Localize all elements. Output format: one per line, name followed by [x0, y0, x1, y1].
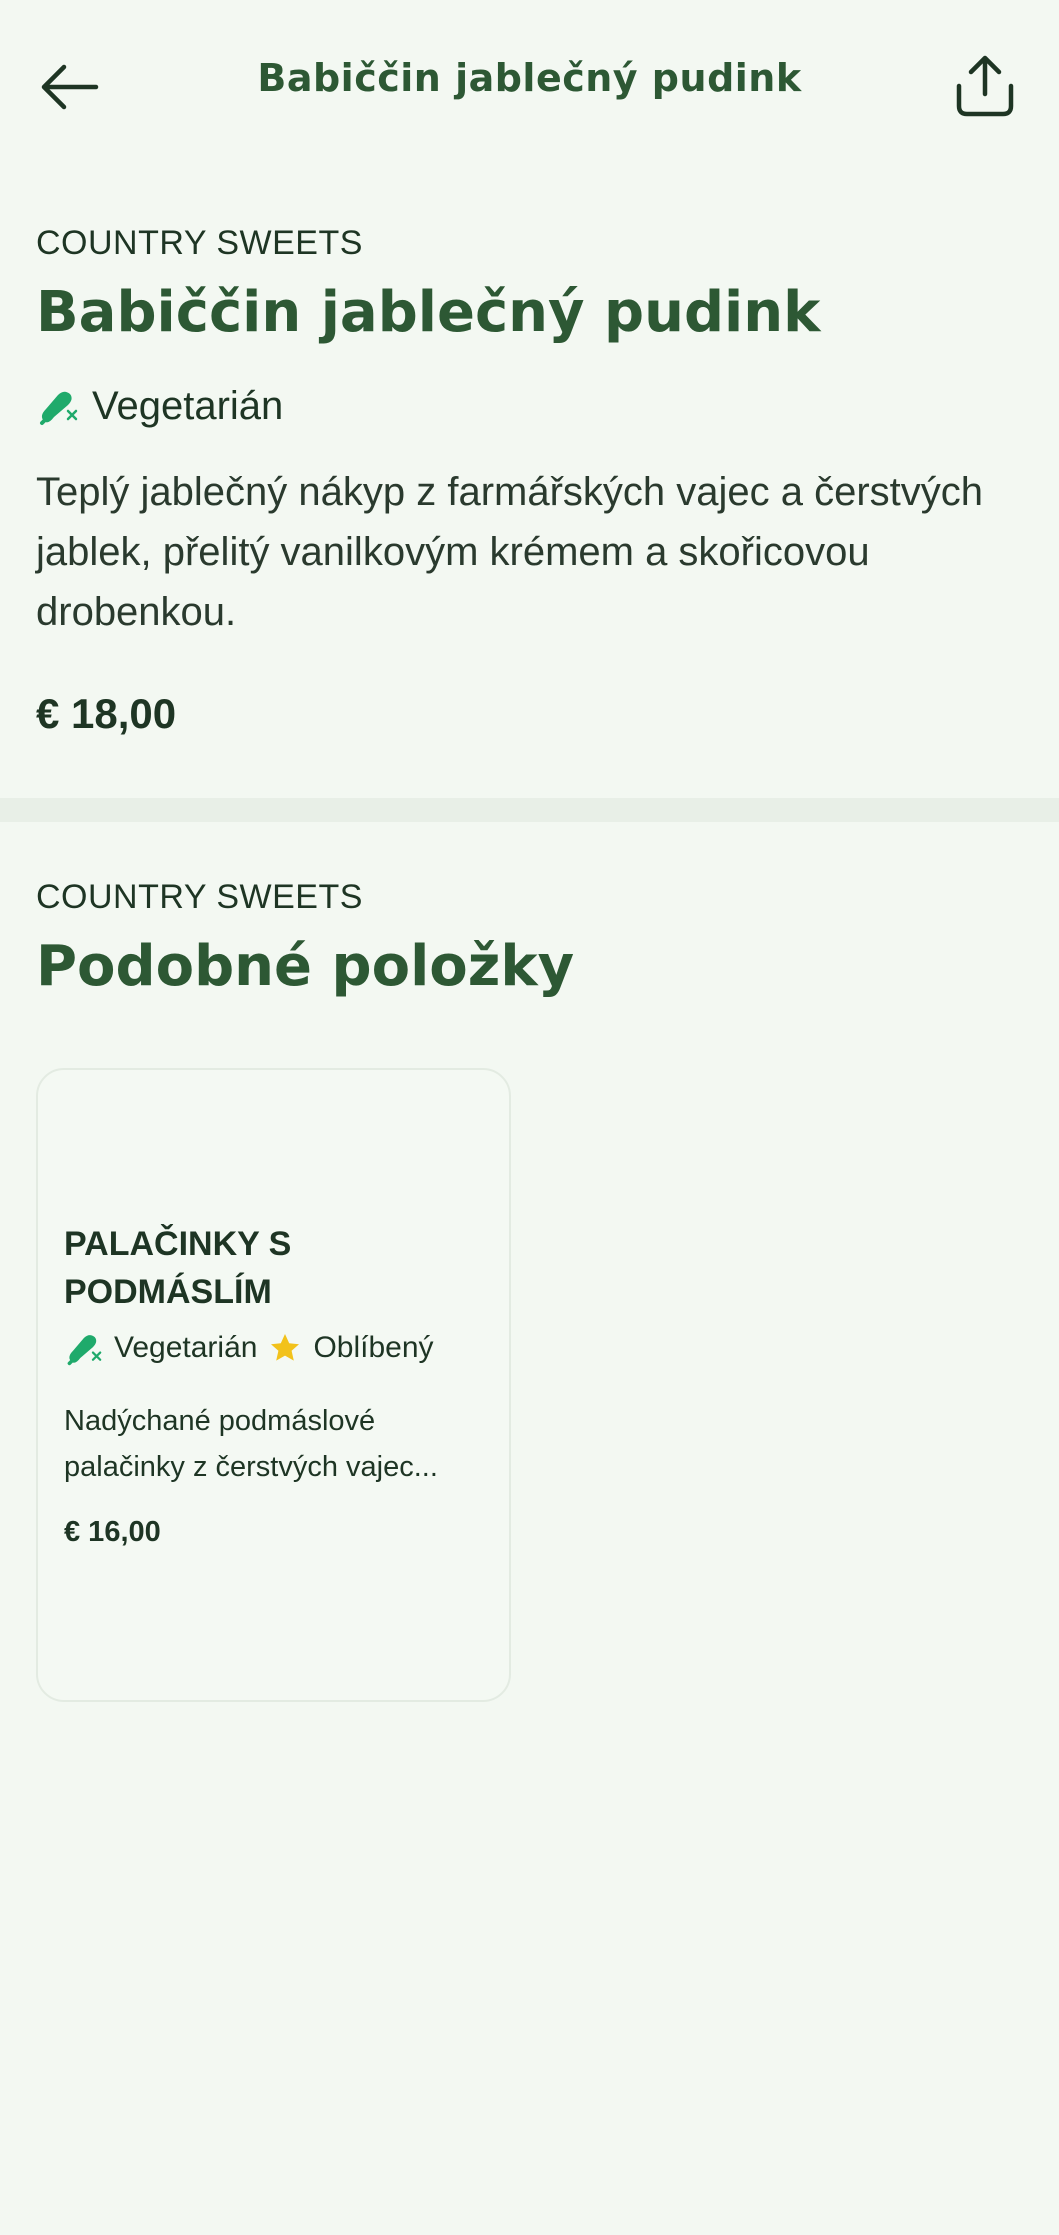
product-tags: Vegetarián — [36, 382, 283, 430]
arrow-left-icon — [41, 64, 99, 110]
product-category: COUNTRY SWEETS — [36, 224, 363, 262]
card-price: € 16,00 — [64, 1516, 161, 1548]
section-divider — [0, 798, 1059, 822]
share-button[interactable] — [950, 48, 1020, 124]
product-price: € 18,00 — [36, 690, 177, 737]
similar-category: COUNTRY SWEETS — [36, 878, 363, 916]
product-description: Teplý jablečný nákyp z farmářských vajec… — [36, 470, 984, 634]
product-detail-page: Babiččin jablečný pudink COUNTRY SWEETS … — [0, 0, 1059, 2235]
top-bar: Babiččin jablečný pudink — [0, 0, 1059, 170]
card-description: Nadýchané podmáslové palačinky z čerstvý… — [64, 1398, 494, 1490]
vegetarian-icon — [40, 391, 78, 425]
card-description-line: palačinky z čerstvých vajec... — [64, 1451, 438, 1483]
product-info-section: COUNTRY SWEETS Babiččin jablečný pudink … — [0, 170, 1059, 798]
similar-title: Podobné položky — [36, 934, 575, 999]
card-title: PALAČINKY S PODMÁSLÍM — [64, 1225, 292, 1311]
card-tag-vegetarian: Vegetarián — [114, 1331, 258, 1364]
card-description-line: Nadýchané podmáslové — [64, 1405, 376, 1437]
card-tag-favorite: Oblíbený — [313, 1331, 434, 1364]
vegetarian-icon — [67, 1335, 102, 1366]
similar-item-card[interactable]: PALAČINKY S PODMÁSLÍM Vegetarián Oblíben… — [36, 1068, 511, 1702]
star-icon — [271, 1334, 300, 1361]
back-button[interactable] — [34, 52, 104, 122]
similar-items-section: COUNTRY SWEETS Podobné položky PALAČINKY… — [0, 822, 1059, 1722]
product-title: Babiččin jablečný pudink — [36, 280, 821, 345]
card-tags: Vegetarián Oblíbený — [64, 1326, 434, 1370]
share-icon — [956, 55, 1014, 117]
product-tag-label: Vegetarián — [92, 383, 284, 428]
header-title: Babiččin jablečný pudink — [257, 56, 802, 100]
